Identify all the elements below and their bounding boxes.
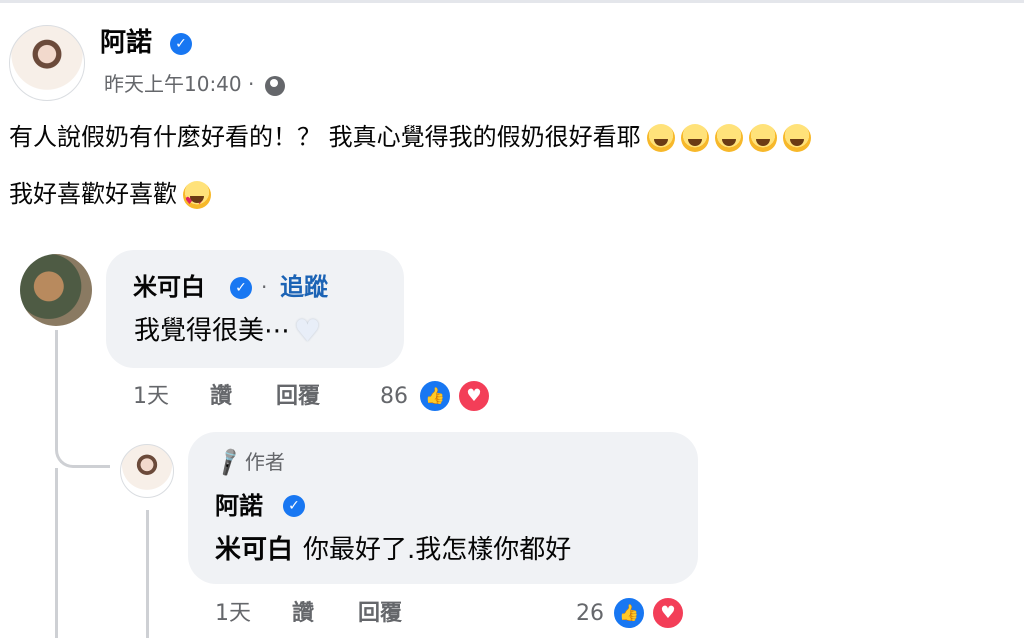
reply-actions: 1天 讚 回覆 xyxy=(215,598,455,630)
author-badge-label: 作者 xyxy=(244,450,285,474)
verified-badge-icon: ✓ xyxy=(283,495,305,517)
name-separator: · xyxy=(261,275,268,299)
post-timestamp[interactable]: 昨天上午10:40 xyxy=(104,72,242,96)
post-text-line-1: 有人說假奶有什麼好看的！？ 我真心覺得我的假奶很好看耶 xyxy=(9,120,811,154)
post-text: 有人說假奶有什麼好看的！？ 我真心覺得我的假奶很好看耶 xyxy=(9,123,641,151)
reply-author-avatar[interactable] xyxy=(120,444,174,498)
like-icon[interactable]: 👍 xyxy=(612,596,646,630)
globe-icon[interactable] xyxy=(264,75,285,96)
mention-link[interactable]: 米可白 xyxy=(215,535,293,565)
comment-author-name[interactable]: 米可白 xyxy=(133,270,205,304)
verified-badge-icon: ✓ xyxy=(170,33,192,55)
grinning-face-emoji-icon xyxy=(714,124,743,152)
reply-text-row: 米可白 你最好了.我怎樣你都好 xyxy=(215,532,571,568)
thread-connector xyxy=(55,420,110,468)
comment-bubble xyxy=(106,250,404,368)
post-meta: 昨天上午10:40 · xyxy=(104,70,285,98)
reply-button[interactable]: 回覆 xyxy=(276,381,320,413)
comment-text: 我覺得很美⋯ xyxy=(134,316,291,346)
microphone-icon: 🎤 xyxy=(211,445,246,479)
winking-face-emoji-icon xyxy=(680,124,709,152)
meta-separator: · xyxy=(248,72,255,96)
comment-actions: 1天 讚 回覆 xyxy=(133,381,373,413)
like-button[interactable]: 讚 xyxy=(210,381,232,413)
thread-line xyxy=(146,510,149,638)
post-author-name[interactable]: 阿諾 xyxy=(100,26,152,60)
comment-text-row: 我覺得很美⋯ ♥ xyxy=(134,313,321,350)
comment-author-avatar[interactable] xyxy=(20,254,92,326)
post-text: 我好喜歡好喜歡 xyxy=(9,180,177,208)
verified-badge-icon: ✓ xyxy=(230,277,252,299)
author-badge: 🎤作者 xyxy=(212,445,285,478)
reply-author-name[interactable]: 阿諾 xyxy=(215,489,263,523)
like-icon[interactable]: 👍 xyxy=(418,379,452,413)
thread-line xyxy=(55,468,58,638)
love-icon[interactable]: ♥ xyxy=(651,596,685,630)
reply-button[interactable]: 回覆 xyxy=(358,598,402,630)
love-icon[interactable]: ♥ xyxy=(457,379,491,413)
reaction-count[interactable]: 86 xyxy=(380,381,408,413)
white-heart-icon: ♥ xyxy=(294,313,321,349)
like-button[interactable]: 讚 xyxy=(292,598,314,630)
post-author-avatar[interactable] xyxy=(9,25,85,101)
rofl-face-emoji-icon xyxy=(748,124,777,152)
reply-time[interactable]: 1天 xyxy=(215,598,251,630)
post-text-line-2: 我好喜歡好喜歡 xyxy=(9,177,211,219)
grinning-face-emoji-icon xyxy=(646,124,675,152)
follow-button[interactable]: 追蹤 xyxy=(280,270,328,304)
reaction-count[interactable]: 26 xyxy=(576,598,604,630)
heart-eyes-face-emoji-icon xyxy=(183,181,211,219)
top-divider xyxy=(0,0,1024,3)
comment-time[interactable]: 1天 xyxy=(133,381,169,413)
reply-text: 你最好了.我怎樣你都好 xyxy=(303,535,572,565)
rofl-face-emoji-icon xyxy=(782,124,811,152)
